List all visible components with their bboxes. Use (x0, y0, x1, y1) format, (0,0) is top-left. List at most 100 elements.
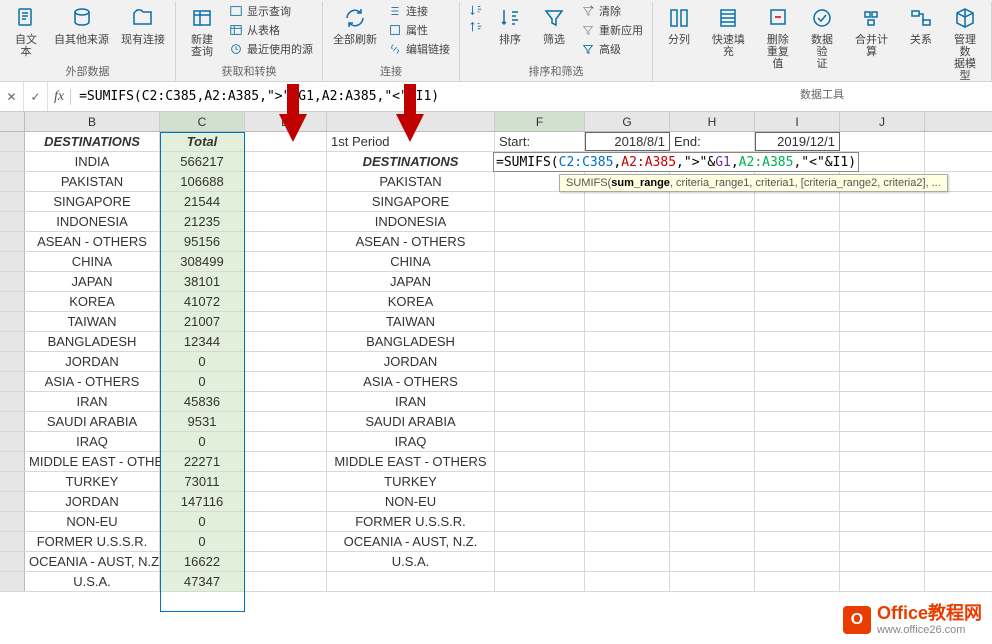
cell[interactable]: 9531 (160, 412, 245, 431)
cell[interactable] (840, 432, 925, 451)
cell[interactable] (327, 572, 495, 591)
cell[interactable]: BANGLADESH (327, 332, 495, 351)
show-queries-button[interactable]: 显示查询 (226, 2, 316, 20)
cell[interactable] (840, 492, 925, 511)
cell[interactable] (495, 372, 585, 391)
new-query-button[interactable]: 新建 查询 (182, 2, 222, 60)
cell[interactable] (495, 512, 585, 531)
cell[interactable] (670, 412, 755, 431)
cell[interactable]: JORDAN (327, 352, 495, 371)
cell[interactable]: ASIA - OTHERS (25, 372, 160, 391)
cell[interactable]: 0 (160, 532, 245, 551)
cell[interactable] (755, 192, 840, 211)
cell[interactable] (245, 192, 327, 211)
cell[interactable] (245, 532, 327, 551)
cell[interactable] (755, 572, 840, 591)
cell[interactable] (840, 412, 925, 431)
cell[interactable]: SAUDI ARABIA (327, 412, 495, 431)
manage-model-button[interactable]: 管理数 据模型 (945, 2, 985, 84)
col-header[interactable]: F (495, 112, 585, 131)
row-header[interactable] (0, 532, 25, 551)
cell[interactable]: 147116 (160, 492, 245, 511)
row-header[interactable] (0, 352, 25, 371)
cell[interactable]: ASEAN - OTHERS (327, 232, 495, 251)
cell[interactable] (755, 512, 840, 531)
cell[interactable] (840, 452, 925, 471)
cell[interactable]: 22271 (160, 452, 245, 471)
row-header[interactable] (0, 552, 25, 571)
cell[interactable]: 16622 (160, 552, 245, 571)
cell[interactable] (670, 572, 755, 591)
reapply-button[interactable]: 重新应用 (578, 21, 646, 39)
cell[interactable] (585, 472, 670, 491)
cell[interactable] (245, 272, 327, 291)
cell[interactable]: FORMER U.S.S.R. (327, 512, 495, 531)
cell[interactable]: DESTINATIONS (25, 132, 160, 151)
consolidate-button[interactable]: 合并计算 (846, 2, 897, 60)
cell[interactable] (495, 452, 585, 471)
cell[interactable] (585, 452, 670, 471)
cell[interactable]: End: (670, 132, 755, 151)
filter-button[interactable]: 筛选 (534, 2, 574, 48)
cell[interactable]: U.S.A. (327, 552, 495, 571)
from-text-button[interactable]: 自文 本 (6, 2, 46, 60)
cell[interactable] (495, 272, 585, 291)
cell[interactable]: ASIA - OTHERS (327, 372, 495, 391)
cell[interactable] (670, 512, 755, 531)
enter-button[interactable]: ✓ (24, 82, 48, 111)
cell[interactable] (755, 412, 840, 431)
advanced-button[interactable]: 高级 (578, 40, 646, 58)
cell[interactable]: IRAN (25, 392, 160, 411)
cell[interactable]: NON-EU (327, 492, 495, 511)
col-header[interactable]: H (670, 112, 755, 131)
cell[interactable]: PAKISTAN (327, 172, 495, 191)
row-header[interactable] (0, 332, 25, 351)
cell[interactable] (840, 372, 925, 391)
cell[interactable] (755, 392, 840, 411)
cell[interactable] (670, 352, 755, 371)
cell[interactable] (245, 232, 327, 251)
cell[interactable]: IRAQ (327, 432, 495, 451)
cell[interactable] (245, 412, 327, 431)
cell[interactable] (670, 492, 755, 511)
cell[interactable] (755, 372, 840, 391)
cell[interactable] (670, 372, 755, 391)
col-header[interactable]: B (25, 112, 160, 131)
cell[interactable]: TAIWAN (327, 312, 495, 331)
cell[interactable] (585, 272, 670, 291)
cell[interactable]: KOREA (327, 292, 495, 311)
cell[interactable] (585, 532, 670, 551)
cell[interactable] (755, 252, 840, 271)
cell[interactable] (245, 212, 327, 231)
cell[interactable] (670, 552, 755, 571)
cell[interactable]: MIDDLE EAST - OTHERS (25, 452, 160, 471)
cell[interactable] (245, 552, 327, 571)
cell[interactable]: 308499 (160, 252, 245, 271)
cell[interactable] (670, 532, 755, 551)
cell[interactable]: MIDDLE EAST - OTHERS (327, 452, 495, 471)
cell[interactable] (585, 252, 670, 271)
cell[interactable]: PAKISTAN (25, 172, 160, 191)
cell[interactable]: Total (160, 132, 245, 151)
cell[interactable] (495, 252, 585, 271)
cell[interactable] (840, 252, 925, 271)
spreadsheet-grid[interactable]: B C D E F G H I J DESTINATIONS Total 1st… (0, 112, 992, 592)
row-header[interactable] (0, 432, 25, 451)
row-header[interactable] (0, 572, 25, 591)
cell[interactable]: KOREA (25, 292, 160, 311)
row-header[interactable] (0, 212, 25, 231)
cell[interactable] (755, 452, 840, 471)
cell[interactable]: JAPAN (327, 272, 495, 291)
cell[interactable] (585, 372, 670, 391)
cell[interactable]: OCEANIA - AUST, N.Z. (327, 532, 495, 551)
cell[interactable] (840, 532, 925, 551)
cell[interactable] (495, 232, 585, 251)
row-header[interactable] (0, 152, 25, 171)
cell[interactable]: OCEANIA - AUST, N.Z. (25, 552, 160, 571)
cell[interactable] (585, 512, 670, 531)
cell[interactable]: 21235 (160, 212, 245, 231)
cell[interactable]: DESTINATIONS (327, 152, 495, 171)
cell[interactable]: TURKEY (327, 472, 495, 491)
cell[interactable] (495, 332, 585, 351)
cell[interactable] (585, 352, 670, 371)
